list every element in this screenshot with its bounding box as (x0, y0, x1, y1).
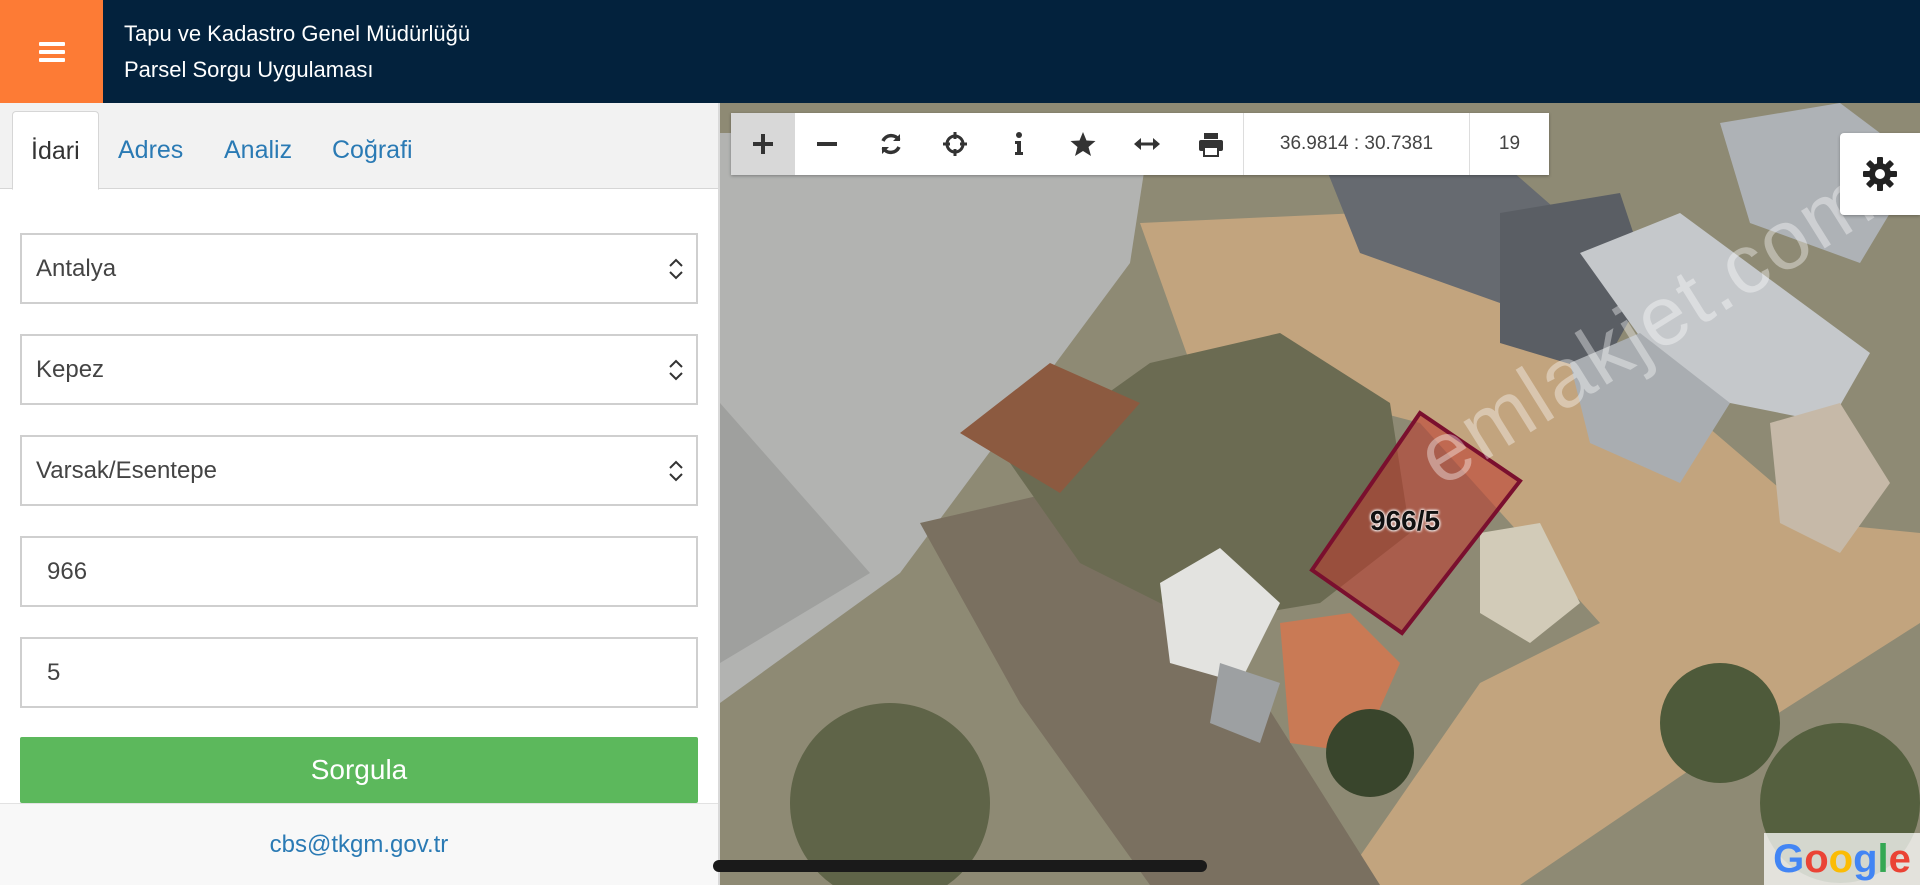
locate-button[interactable] (923, 113, 987, 175)
print-button[interactable] (1179, 113, 1243, 175)
header-title-line2: Parsel Sorgu Uygulaması (124, 57, 374, 82)
parcel-input[interactable]: 5 (20, 637, 698, 708)
tab-adres[interactable]: Adres (100, 111, 201, 190)
arrows-horizontal-icon (1134, 138, 1160, 150)
zoom-in-button[interactable] (731, 113, 795, 175)
info-icon (1015, 132, 1023, 155)
menu-button[interactable] (0, 0, 103, 103)
tab-analiz[interactable]: Analiz (206, 111, 310, 190)
refresh-icon (881, 133, 901, 155)
measure-button[interactable] (1115, 113, 1179, 175)
tab-cografi[interactable]: Coğrafi (314, 111, 431, 190)
google-logo: Google (1764, 833, 1920, 885)
select-caret-icon (669, 460, 683, 482)
select-caret-icon (669, 359, 683, 381)
sidebar: İdari Adres Analiz Coğrafi Antalya Kepez… (0, 103, 720, 885)
hamburger-icon (38, 41, 65, 62)
tab-bar: İdari Adres Analiz Coğrafi (0, 103, 718, 190)
crosshair-icon (943, 132, 967, 156)
header-title-line1: Tapu ve Kadastro Genel Müdürlüğü (124, 21, 471, 46)
map-toolbar: 36.9814 : 30.7381 19 (731, 113, 1549, 175)
refresh-button[interactable] (859, 113, 923, 175)
zoom-out-button[interactable] (795, 113, 859, 175)
neighborhood-value: Varsak/Esentepe (36, 456, 217, 484)
app-header: Tapu ve Kadastro Genel Müdürlüğü Parsel … (0, 0, 1920, 103)
district-select[interactable]: Kepez (20, 334, 698, 405)
parcel-value: 5 (47, 658, 61, 686)
info-button[interactable] (987, 113, 1051, 175)
neighborhood-select[interactable]: Varsak/Esentepe (20, 435, 698, 506)
zoom-level-readout: 19 (1469, 113, 1549, 175)
coordinate-readout: 36.9814 : 30.7381 (1243, 113, 1469, 175)
star-icon (1070, 132, 1096, 156)
home-indicator (713, 860, 1207, 872)
minus-icon (817, 142, 837, 146)
tab-idari[interactable]: İdari (12, 111, 99, 190)
province-select[interactable]: Antalya (20, 233, 698, 304)
parcel-label: 966/5 (1370, 505, 1441, 536)
map-view[interactable]: emlakjet.com 966/5 36.9814 : 30.7381 19 (720, 103, 1920, 885)
block-input[interactable]: 966 (20, 536, 698, 607)
plus-icon (753, 134, 773, 154)
query-button[interactable]: Sorgula (20, 737, 698, 803)
settings-button[interactable] (1840, 133, 1920, 215)
province-value: Antalya (36, 254, 117, 282)
contact-email-link[interactable]: cbs@tkgm.gov.tr (270, 831, 449, 859)
header-titles: Tapu ve Kadastro Genel Müdürlüğü Parsel … (124, 16, 470, 88)
district-value: Kepez (36, 355, 105, 383)
sidebar-footer: cbs@tkgm.gov.tr (0, 803, 718, 885)
gear-icon (1863, 157, 1897, 191)
print-icon (1199, 133, 1223, 157)
select-caret-icon (669, 258, 683, 280)
favorite-button[interactable] (1051, 113, 1115, 175)
block-value: 966 (47, 557, 88, 585)
